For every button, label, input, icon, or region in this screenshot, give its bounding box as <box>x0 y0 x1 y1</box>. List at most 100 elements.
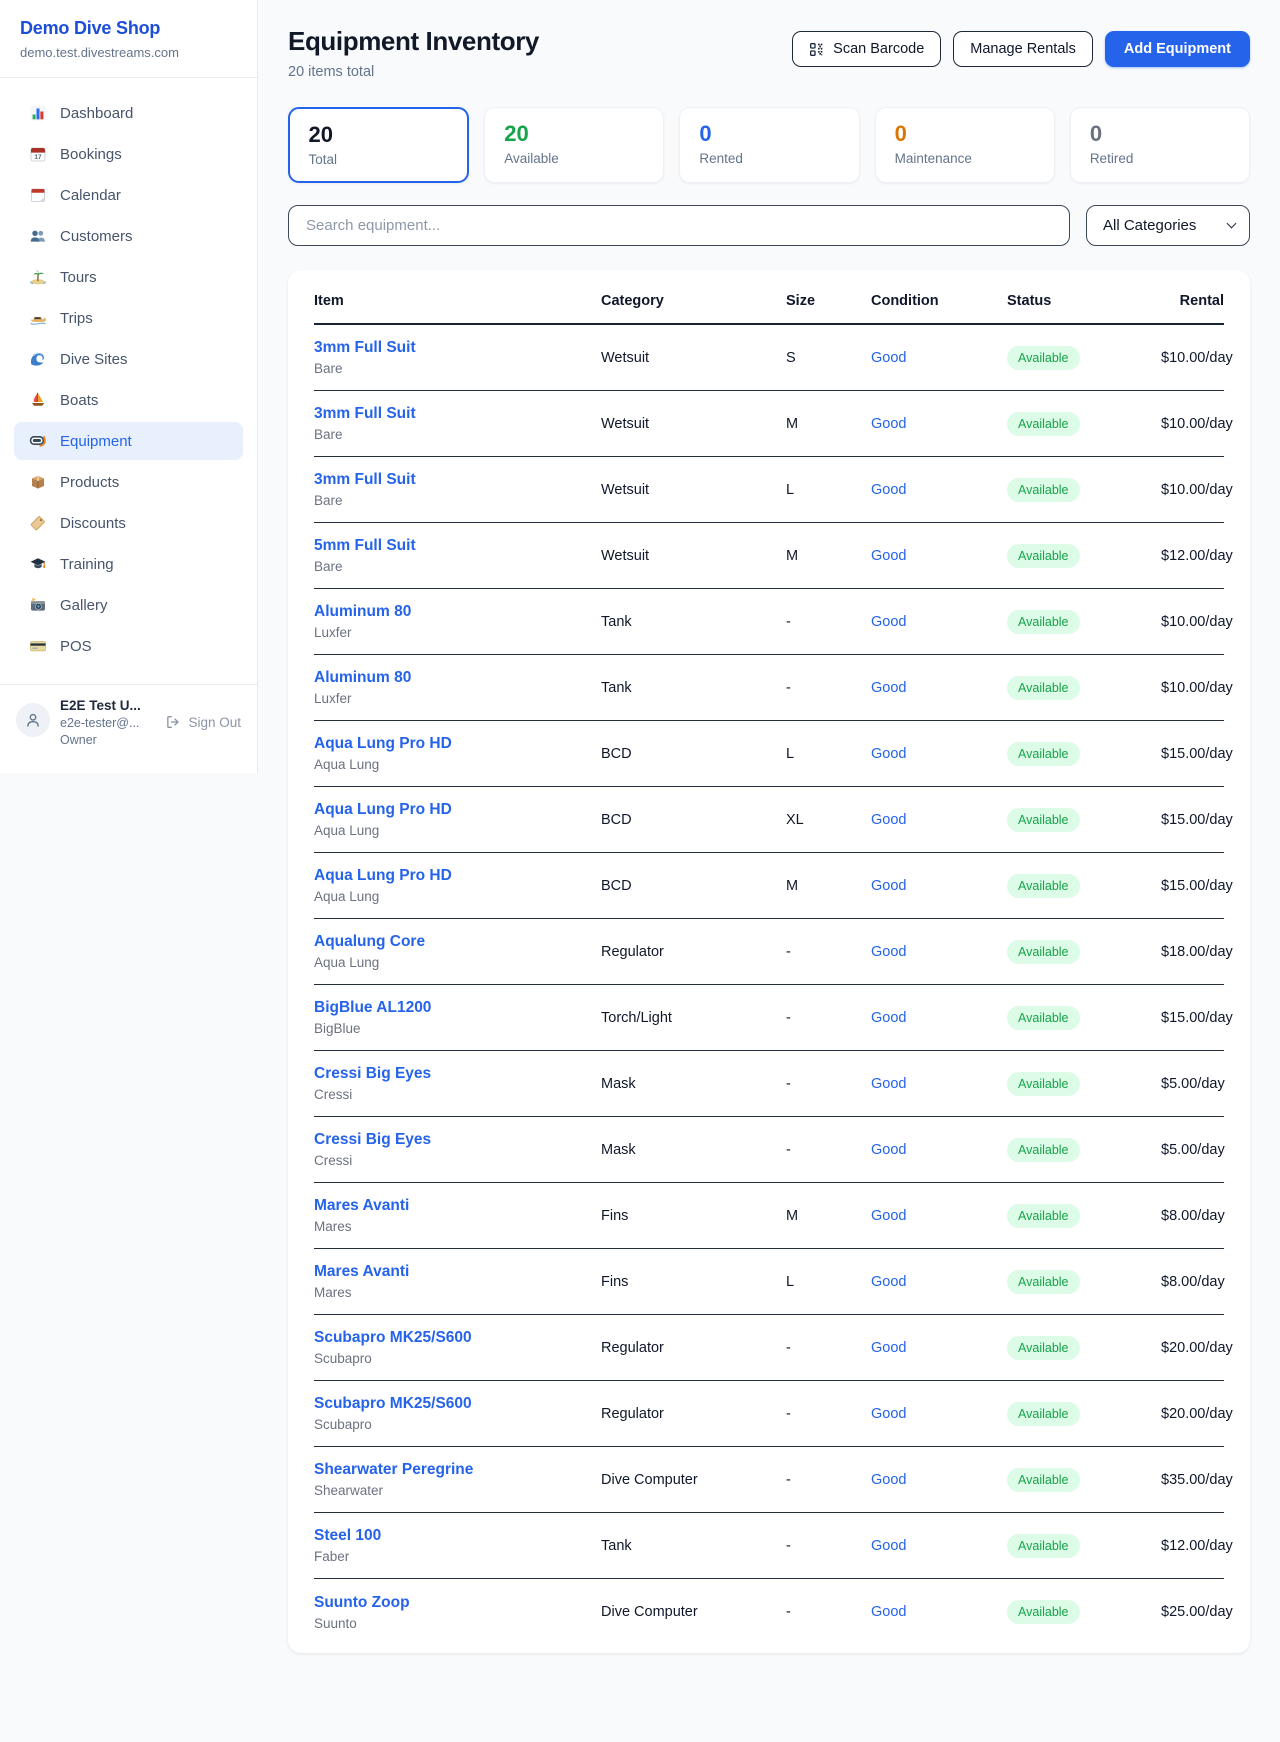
item-name-link[interactable]: Aluminum 80 <box>314 669 601 687</box>
add-equipment-button[interactable]: Add Equipment <box>1105 31 1250 67</box>
rental-price: $12.00/day <box>1161 548 1233 564</box>
condition-link[interactable]: Good <box>871 1010 1007 1026</box>
item-cell: BigBlue AL1200 BigBlue <box>314 999 601 1036</box>
rental-price: $15.00/day <box>1161 746 1233 762</box>
item-name-link[interactable]: BigBlue AL1200 <box>314 999 601 1017</box>
condition-link[interactable]: Good <box>871 416 1007 432</box>
sidebar-item-dashboard[interactable]: Dashboard <box>14 94 243 132</box>
condition-link[interactable]: Good <box>871 548 1007 564</box>
item-name-link[interactable]: Aqualung Core <box>314 933 601 951</box>
item-name-link[interactable]: Mares Avanti <box>314 1197 601 1215</box>
item-name-link[interactable]: Cressi Big Eyes <box>314 1065 601 1083</box>
sidebar-item-calendar[interactable]: Calendar <box>14 176 243 214</box>
status-cell: Available <box>1007 1402 1161 1426</box>
item-cell: Aqua Lung Pro HD Aqua Lung <box>314 867 601 904</box>
tag-icon <box>29 514 47 532</box>
item-name-link[interactable]: Aluminum 80 <box>314 603 601 621</box>
column-header-rental: Rental <box>1161 293 1224 309</box>
item-name-link[interactable]: Steel 100 <box>314 1527 601 1545</box>
item-cell: Cressi Big Eyes Cressi <box>314 1065 601 1102</box>
condition-link[interactable]: Good <box>871 350 1007 366</box>
item-name-link[interactable]: Aqua Lung Pro HD <box>314 735 601 753</box>
category-cell: Tank <box>601 614 786 630</box>
sidebar-item-products[interactable]: Products <box>14 463 243 501</box>
item-brand: Bare <box>314 361 601 376</box>
stat-value: 0 <box>1090 121 1230 147</box>
person-icon <box>24 711 42 729</box>
item-name-link[interactable]: 3mm Full Suit <box>314 471 601 489</box>
status-badge: Available <box>1007 1006 1080 1030</box>
size-cell: L <box>786 1274 871 1290</box>
sidebar-item-gallery[interactable]: Gallery <box>14 586 243 624</box>
item-brand: Bare <box>314 427 601 442</box>
item-name-link[interactable]: Mares Avanti <box>314 1263 601 1281</box>
condition-link[interactable]: Good <box>871 812 1007 828</box>
item-name-link[interactable]: 5mm Full Suit <box>314 537 601 555</box>
sidebar-item-customers[interactable]: Customers <box>14 217 243 255</box>
item-brand: Aqua Lung <box>314 889 601 904</box>
condition-link[interactable]: Good <box>871 1076 1007 1092</box>
shop-name[interactable]: Demo Dive Shop <box>20 18 237 39</box>
rental-price: $10.00/day <box>1161 350 1233 366</box>
sidebar-item-trips[interactable]: Trips <box>14 299 243 337</box>
sidebar-item-training[interactable]: Training <box>14 545 243 583</box>
condition-link[interactable]: Good <box>871 944 1007 960</box>
status-badge: Available <box>1007 1402 1080 1426</box>
item-name-link[interactable]: Aqua Lung Pro HD <box>314 867 601 885</box>
sidebar-item-pos[interactable]: POS <box>14 627 243 665</box>
item-name-link[interactable]: Scubapro MK25/S600 <box>314 1329 601 1347</box>
category-cell: Fins <box>601 1274 786 1290</box>
stats-cards: 20 Total 20 Available 0 Rented 0 Mainten… <box>288 107 1250 183</box>
condition-link[interactable]: Good <box>871 1406 1007 1422</box>
equipment-row: 3mm Full Suit Bare Wetsuit S Good Availa… <box>314 325 1224 391</box>
manage-rentals-button[interactable]: Manage Rentals <box>953 31 1093 67</box>
condition-link[interactable]: Good <box>871 482 1007 498</box>
sidebar-item-boats[interactable]: Boats <box>14 381 243 419</box>
condition-link[interactable]: Good <box>871 614 1007 630</box>
equipment-table: Item Category Size Condition Status Rent… <box>288 270 1250 1653</box>
sidebar-item-label: Tours <box>60 269 97 286</box>
sign-out-button[interactable]: Sign Out <box>165 714 241 730</box>
stat-card[interactable]: 20 Available <box>484 107 664 183</box>
stat-label: Rented <box>699 151 839 166</box>
item-name-link[interactable]: Scubapro MK25/S600 <box>314 1395 601 1413</box>
condition-link[interactable]: Good <box>871 746 1007 762</box>
item-name-link[interactable]: 3mm Full Suit <box>314 339 601 357</box>
condition-link[interactable]: Good <box>871 1142 1007 1158</box>
sidebar-item-bookings[interactable]: 17 Bookings <box>14 135 243 173</box>
item-brand: Luxfer <box>314 625 601 640</box>
condition-link[interactable]: Good <box>871 1604 1007 1620</box>
item-name-link[interactable]: 3mm Full Suit <box>314 405 601 423</box>
condition-link[interactable]: Good <box>871 1274 1007 1290</box>
stat-card[interactable]: 20 Total <box>288 107 469 183</box>
camera-icon <box>29 596 47 614</box>
category-cell: Regulator <box>601 1406 786 1422</box>
sidebar-item-dive-sites[interactable]: Dive Sites <box>14 340 243 378</box>
sidebar-item-equipment[interactable]: Equipment <box>14 422 243 460</box>
condition-link[interactable]: Good <box>871 1538 1007 1554</box>
condition-link[interactable]: Good <box>871 1208 1007 1224</box>
item-name-link[interactable]: Suunto Zoop <box>314 1594 601 1612</box>
item-name-link[interactable]: Shearwater Peregrine <box>314 1461 601 1479</box>
stat-card[interactable]: 0 Retired <box>1070 107 1250 183</box>
condition-link[interactable]: Good <box>871 878 1007 894</box>
status-cell: Available <box>1007 808 1161 832</box>
condition-link[interactable]: Good <box>871 1472 1007 1488</box>
condition-link[interactable]: Good <box>871 1340 1007 1356</box>
stat-card[interactable]: 0 Maintenance <box>875 107 1055 183</box>
filters-row: All Categories <box>288 205 1250 246</box>
search-input[interactable] <box>288 205 1070 246</box>
sidebar-item-label: Training <box>60 556 114 573</box>
category-filter-select[interactable]: All Categories <box>1086 205 1250 246</box>
status-cell: Available <box>1007 1072 1161 1096</box>
stat-card[interactable]: 0 Rented <box>679 107 859 183</box>
condition-link[interactable]: Good <box>871 680 1007 696</box>
sidebar-item-label: Discounts <box>60 515 126 532</box>
item-name-link[interactable]: Cressi Big Eyes <box>314 1131 601 1149</box>
scan-barcode-button[interactable]: Scan Barcode <box>792 31 941 67</box>
item-brand: Bare <box>314 559 601 574</box>
sidebar-item-tours[interactable]: Tours <box>14 258 243 296</box>
item-name-link[interactable]: Aqua Lung Pro HD <box>314 801 601 819</box>
sidebar-item-discounts[interactable]: Discounts <box>14 504 243 542</box>
equipment-row: Cressi Big Eyes Cressi Mask - Good Avail… <box>314 1051 1224 1117</box>
